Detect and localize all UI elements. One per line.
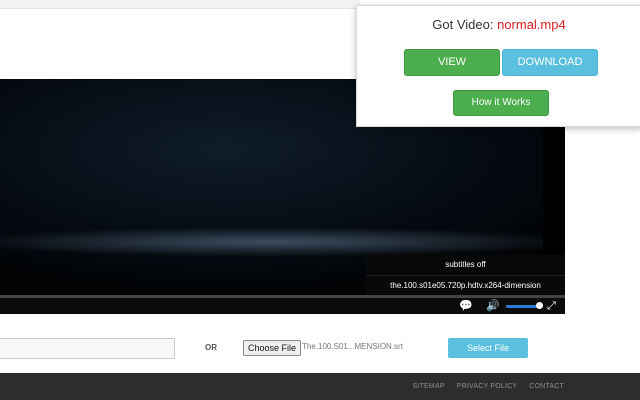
player-controls: 💬 🔊 ⤢	[0, 298, 565, 314]
select-file-button[interactable]: Select File	[448, 338, 528, 358]
popup-title: Got Video: normal.mp4	[357, 17, 640, 32]
captions-icon[interactable]: 💬	[459, 300, 473, 312]
popup-title-prefix: Got Video:	[432, 17, 498, 32]
footer-links: SITEMAP PRIVACY POLICY CONTACT	[403, 383, 564, 390]
url-input[interactable]	[0, 338, 175, 359]
volume-icon[interactable]: 🔊	[486, 300, 500, 312]
selected-file-name: The.100.S01...MENSION.srt	[302, 342, 403, 351]
popup-file-name: normal.mp4	[497, 17, 566, 32]
footer-link-contact[interactable]: CONTACT	[529, 383, 564, 390]
footer-link-privacy[interactable]: PRIVACY POLICY	[457, 383, 517, 390]
footer: SITEMAP PRIVACY POLICY CONTACT	[0, 373, 640, 400]
subtitle-option-off[interactable]: subtitles off	[366, 255, 565, 276]
top-search-field[interactable]	[0, 0, 360, 9]
subtitle-menu: subtitles off the.100.s01e05.720p.hdtv.x…	[366, 255, 565, 295]
fullscreen-icon[interactable]: ⤢	[547, 300, 556, 312]
volume-slider[interactable]	[506, 305, 540, 308]
download-button[interactable]: DOWNLOAD	[502, 49, 598, 76]
how-it-works-button[interactable]: How it Works	[453, 90, 549, 116]
subtitle-option-track[interactable]: the.100.s01e05.720p.hdtv.x264-dimension	[366, 276, 565, 296]
video-popup: Got Video: normal.mp4 VIEW DOWNLOAD How …	[356, 5, 640, 127]
volume-slider-knob[interactable]	[536, 302, 543, 309]
or-label: OR	[205, 343, 217, 352]
choose-file-button[interactable]: Choose File	[243, 340, 302, 356]
view-button[interactable]: VIEW	[404, 49, 500, 76]
footer-link-sitemap[interactable]: SITEMAP	[413, 383, 445, 390]
